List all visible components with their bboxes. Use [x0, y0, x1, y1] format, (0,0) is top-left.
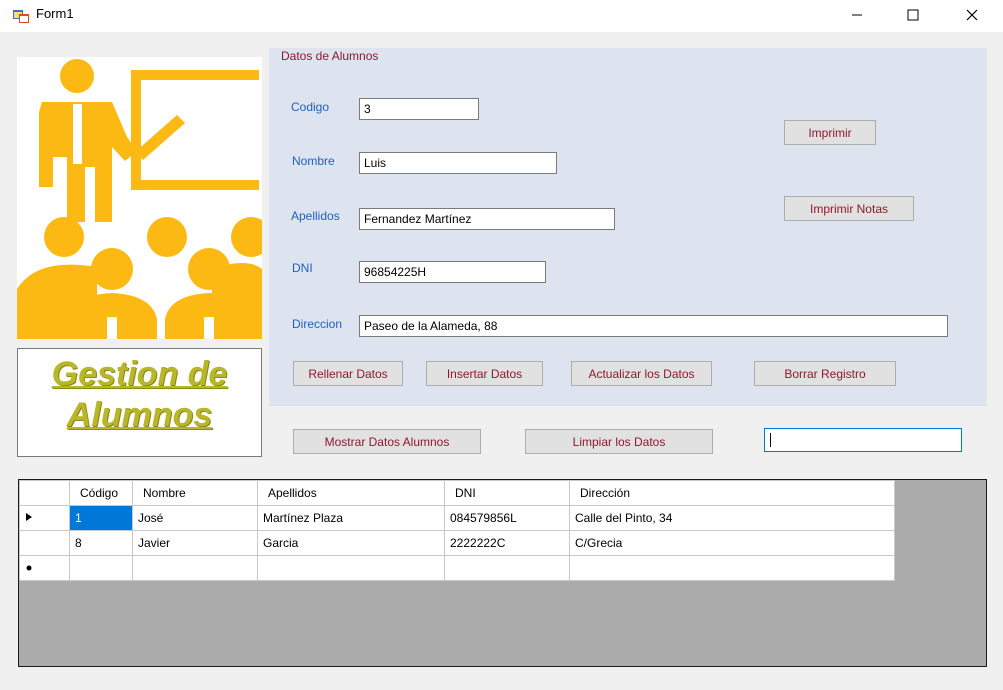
row-header-corner [19, 480, 70, 506]
apellidos-field[interactable]: Fernandez Martínez [359, 208, 615, 230]
group-title: Datos de Alumnos [281, 49, 379, 63]
codigo-label: Codigo [291, 100, 330, 114]
nombre-label: Nombre [292, 154, 335, 168]
grid-cell[interactable]: Martínez Plaza [257, 505, 445, 531]
grid-cell[interactable]: Calle del Pinto, 34 [569, 505, 895, 531]
direccion-field[interactable]: Paseo de la Alameda, 88 [359, 315, 948, 337]
minimize-icon [852, 14, 862, 16]
current-row-arrow-icon [26, 513, 32, 521]
grid-cell[interactable] [444, 555, 570, 581]
teacher-classroom-icon [17, 59, 271, 339]
logo-line-2: Alumnos [66, 396, 213, 434]
row-header[interactable] [19, 505, 70, 531]
grid-header-row: Código Nombre Apellidos DNI Dirección [19, 480, 895, 506]
direccion-label: Direccion [292, 317, 343, 331]
insertar-datos-button[interactable]: Insertar Datos [426, 361, 543, 386]
alumnos-data-grid[interactable]: Código Nombre Apellidos DNI Dirección 1 … [18, 479, 987, 667]
grid-cell[interactable]: C/Grecia [569, 530, 895, 556]
logo-line-1: Gestion de [51, 355, 228, 393]
grid-cell[interactable]: 1 [69, 505, 133, 531]
grid-cell[interactable] [569, 555, 895, 581]
row-header[interactable] [19, 555, 70, 581]
codigo-field[interactable]: 3 [359, 98, 479, 120]
nombre-field[interactable]: Luis [359, 152, 557, 174]
limpiar-datos-button[interactable]: Limpiar los Datos [525, 429, 713, 454]
apellidos-label: Apellidos [291, 209, 340, 223]
grid-cell[interactable]: José [132, 505, 258, 531]
grid-cell[interactable] [132, 555, 258, 581]
window-title: Form1 [36, 6, 74, 21]
grid-cell[interactable]: 084579856L [444, 505, 570, 531]
maximize-button[interactable] [890, 0, 936, 30]
table-row[interactable]: 1 José Martínez Plaza 084579856L Calle d… [19, 505, 895, 531]
app-logo: Gestion de Alumnos [17, 348, 262, 457]
table-row[interactable]: 8 Javier Garcia 2222222C C/Grecia [19, 530, 895, 556]
grid-cell[interactable]: 8 [69, 530, 133, 556]
column-header-nombre[interactable]: Nombre [132, 480, 258, 506]
column-header-codigo[interactable]: Código [69, 480, 133, 506]
dni-label: DNI [292, 261, 313, 275]
close-icon [966, 9, 978, 21]
grid-cell[interactable] [69, 555, 133, 581]
dni-field[interactable]: 96854225H [359, 261, 546, 283]
maximize-icon [907, 9, 919, 21]
text-caret [770, 432, 771, 447]
actualizar-datos-button[interactable]: Actualizar los Datos [571, 361, 712, 386]
close-button[interactable] [949, 0, 995, 30]
column-header-apellidos[interactable]: Apellidos [257, 480, 445, 506]
data-grid-table: Código Nombre Apellidos DNI Dirección 1 … [19, 480, 895, 581]
teacher-illustration [17, 57, 271, 339]
mostrar-datos-button[interactable]: Mostrar Datos Alumnos [293, 429, 481, 454]
table-row-new[interactable] [19, 555, 895, 581]
row-header[interactable] [19, 530, 70, 556]
title-bar[interactable]: Form1 [0, 0, 1003, 32]
column-header-direccion[interactable]: Dirección [569, 480, 895, 506]
new-row-asterisk-icon [26, 565, 32, 571]
search-input[interactable] [764, 428, 962, 452]
imprimir-notas-button[interactable]: Imprimir Notas [784, 196, 914, 221]
grid-cell[interactable]: 2222222C [444, 530, 570, 556]
grid-cell[interactable]: Garcia [257, 530, 445, 556]
imprimir-button[interactable]: Imprimir [784, 120, 876, 145]
borrar-registro-button[interactable]: Borrar Registro [754, 361, 896, 386]
minimize-button[interactable] [834, 0, 880, 30]
column-header-dni[interactable]: DNI [444, 480, 570, 506]
rellenar-datos-button[interactable]: Rellenar Datos [293, 361, 403, 386]
grid-cell[interactable]: Javier [132, 530, 258, 556]
grid-cell[interactable] [257, 555, 445, 581]
form-app-icon [13, 8, 29, 24]
